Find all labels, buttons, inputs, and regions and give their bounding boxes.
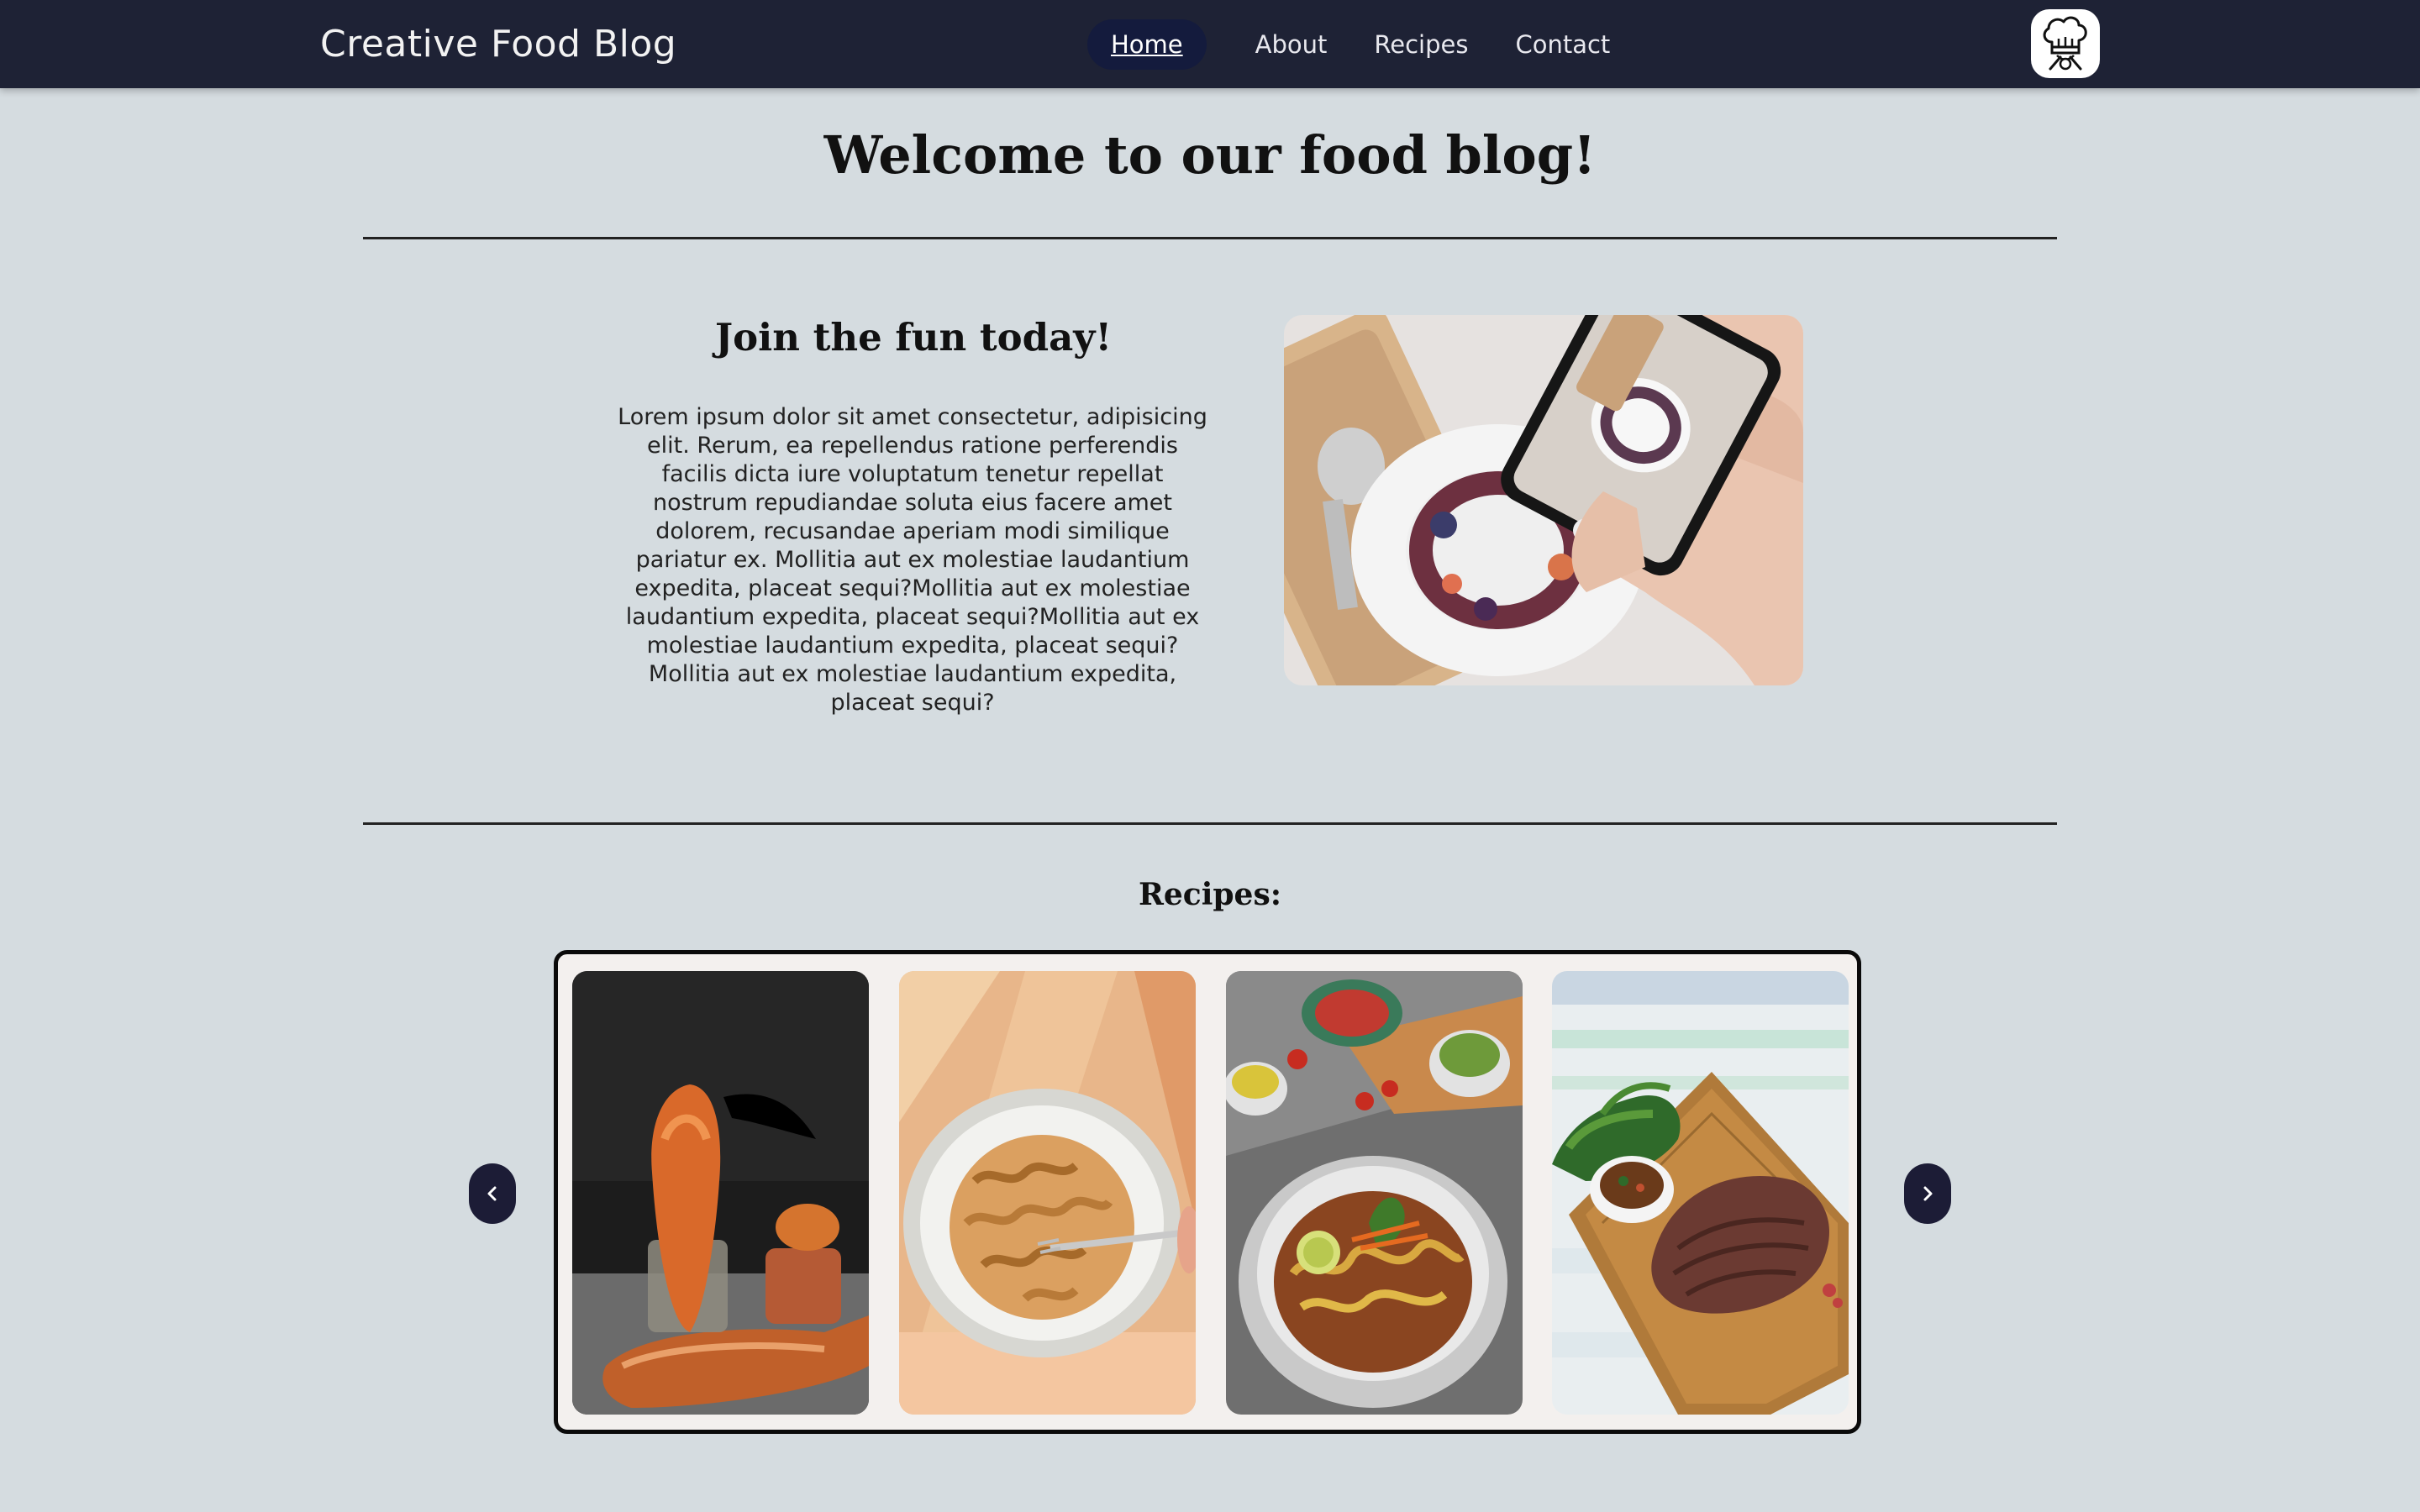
carousel-prev-button[interactable]: [469, 1163, 516, 1224]
noodle-soup-image: [1226, 971, 1523, 1415]
steak-board-image: [1552, 971, 1849, 1415]
recipe-card[interactable]: [1226, 971, 1523, 1415]
chevron-right-icon: [1923, 1186, 1933, 1201]
join-title: Join the fun today!: [714, 315, 1113, 360]
navbar: Creative Food Blog Home About Recipes Co…: [0, 0, 2420, 88]
nav-link-about[interactable]: About: [1232, 19, 1351, 70]
brand-title[interactable]: Creative Food Blog: [320, 23, 676, 66]
page-title: Welcome to our food blog!: [823, 124, 1597, 186]
fried-snack-image: [572, 971, 869, 1415]
join-body-text: Lorem ipsum dolor sit amet consectetur, …: [618, 404, 1207, 716]
recipe-card[interactable]: [1552, 971, 1849, 1415]
nav-link-home[interactable]: Home: [1087, 19, 1207, 70]
recipe-card[interactable]: [899, 971, 1196, 1415]
nav-links: Home About Recipes Contact: [1087, 19, 1634, 70]
recipe-carousel: [554, 950, 1861, 1434]
recipes-title: Recipes:: [1138, 877, 1282, 912]
nav-link-recipes[interactable]: Recipes: [1350, 19, 1491, 70]
hero-image: [1284, 315, 1803, 685]
section-divider: [363, 237, 2057, 239]
pasta-bowl-image: [899, 971, 1196, 1415]
chef-hat-icon: [2043, 16, 2087, 71]
carousel-next-button[interactable]: [1904, 1163, 1951, 1224]
nav-link-contact[interactable]: Contact: [1491, 19, 1634, 70]
recipe-card[interactable]: [572, 971, 869, 1415]
section-divider: [363, 822, 2057, 825]
logo-button[interactable]: [2031, 9, 2100, 78]
chevron-left-icon: [487, 1186, 497, 1201]
